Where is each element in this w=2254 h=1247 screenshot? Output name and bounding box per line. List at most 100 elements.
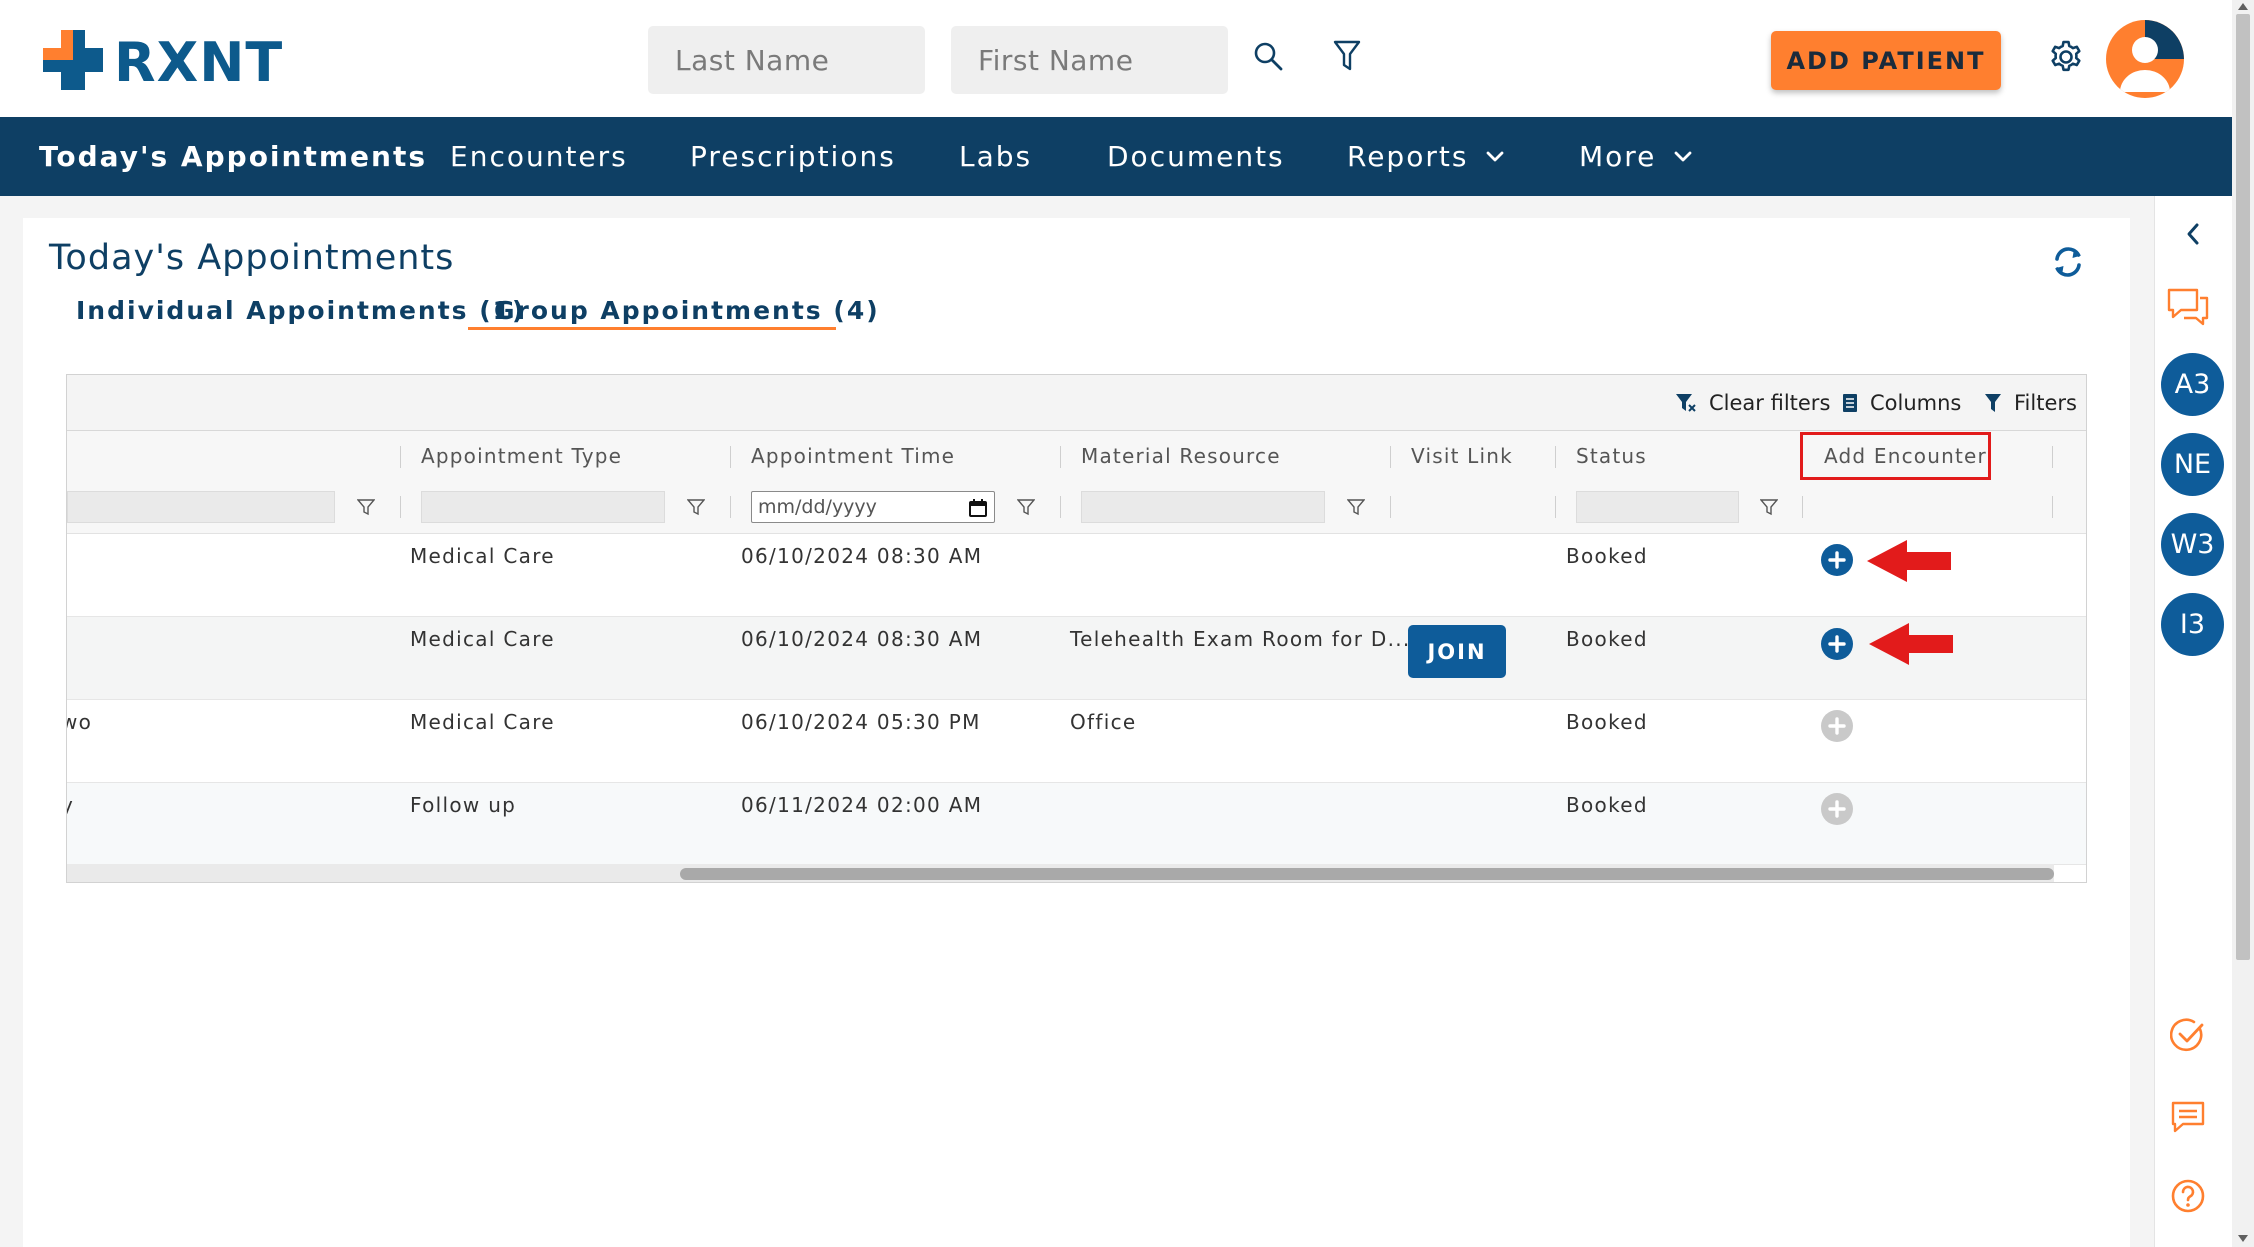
message-icon[interactable] xyxy=(2170,1100,2206,1134)
table-row[interactable]: wo Medical Care 06/10/2024 05:30 PM Offi… xyxy=(67,700,2086,783)
horizontal-scrollbar-thumb[interactable] xyxy=(680,868,2054,880)
add-patient-button[interactable]: ADD PATIENT xyxy=(1771,31,2001,90)
filter-icon xyxy=(1985,393,2001,412)
table-row[interactable]: y Follow up 06/11/2024 02:00 AM Booked xyxy=(67,783,2086,865)
appointment-time-cell: 06/10/2024 05:30 PM xyxy=(741,710,981,734)
column-separator xyxy=(400,446,401,468)
column-separator xyxy=(1060,496,1061,518)
sidebar-badge-i3[interactable]: I3 xyxy=(2161,593,2224,656)
red-arrow-annotation-icon xyxy=(1869,623,1953,665)
table-row[interactable]: Medical Care 06/10/2024 08:30 AM Telehea… xyxy=(67,617,2086,700)
user-avatar[interactable] xyxy=(2106,20,2184,98)
column-separator xyxy=(2052,446,2053,468)
appointment-type-cell: Medical Care xyxy=(410,710,555,734)
nav-label: Encounters xyxy=(450,140,628,173)
name-filter-input[interactable] xyxy=(67,491,335,523)
sidebar-badge-ne[interactable]: NE xyxy=(2161,433,2224,496)
material-resource-cell: Office xyxy=(1070,710,1137,734)
material-resource-cell: Telehealth Exam Room for D... xyxy=(1070,627,1411,651)
nav-label: Documents xyxy=(1107,140,1285,173)
chevron-left-icon[interactable] xyxy=(2185,222,2201,246)
last-name-input[interactable] xyxy=(648,26,925,94)
column-separator xyxy=(1555,446,1556,468)
status-filter-input[interactable] xyxy=(1576,491,1739,523)
appointment-type-cell: Medical Care xyxy=(410,544,555,568)
page-scrollbar-thumb[interactable] xyxy=(2236,14,2250,960)
tab-individual-appointments[interactable]: Individual Appointments (1) xyxy=(76,296,525,325)
filter-icon[interactable] xyxy=(1331,38,1363,74)
chevron-down-icon xyxy=(1487,151,1504,161)
appointment-time-cell: 06/10/2024 08:30 AM xyxy=(741,544,983,568)
scroll-up-arrow-icon[interactable] xyxy=(2238,3,2248,10)
main-nav: Today's Appointments Encounters Prescrip… xyxy=(0,117,2232,196)
calendar-icon[interactable] xyxy=(968,498,988,518)
column-filter-icon[interactable] xyxy=(1347,498,1365,516)
add-encounter-plus-icon-disabled xyxy=(1821,793,1853,825)
grid-filter-row: mm/dd/yyyy xyxy=(67,481,2086,534)
red-arrow-annotation-icon xyxy=(1867,540,1951,582)
status-cell: Booked xyxy=(1566,710,1648,734)
search-icon[interactable] xyxy=(1250,38,1286,74)
appointment-type-filter-input[interactable] xyxy=(421,491,665,523)
nav-more[interactable]: More xyxy=(1579,117,1692,196)
nav-label: Today's Appointments xyxy=(39,140,427,173)
columns-button[interactable]: Columns xyxy=(1842,375,1961,430)
nav-label: Prescriptions xyxy=(690,140,896,173)
nav-documents[interactable]: Documents xyxy=(1107,117,1285,196)
clear-filters-label: Clear filters xyxy=(1709,390,1831,415)
column-header-appointment-time[interactable]: Appointment Time xyxy=(751,431,955,481)
app-header: RXNT ADD PATIENT xyxy=(0,0,2232,117)
column-separator xyxy=(1390,446,1391,468)
first-name-input[interactable] xyxy=(951,26,1228,94)
appointment-type-cell: Medical Care xyxy=(410,627,555,651)
columns-label: Columns xyxy=(1870,390,1962,415)
column-header-visit-link[interactable]: Visit Link xyxy=(1411,431,1513,481)
horizontal-scrollbar[interactable] xyxy=(67,864,2054,882)
column-separator xyxy=(1060,446,1061,468)
appointments-grid: Clear filters Columns Filters Appointmen… xyxy=(66,374,2087,883)
add-encounter-plus-icon[interactable] xyxy=(1821,544,1853,576)
nav-label: Labs xyxy=(959,140,1033,173)
help-icon[interactable] xyxy=(2170,1178,2206,1214)
chevron-down-icon xyxy=(1675,151,1692,161)
tab-group-appointments[interactable]: Group Appointments (4) xyxy=(494,296,880,325)
page-vertical-scrollbar[interactable] xyxy=(2232,0,2254,1247)
column-header-appointment-type[interactable]: Appointment Type xyxy=(421,431,622,481)
nav-reports[interactable]: Reports xyxy=(1347,117,1504,196)
material-resource-filter-input[interactable] xyxy=(1081,491,1325,523)
nav-prescriptions[interactable]: Prescriptions xyxy=(690,117,896,196)
chat-bubbles-icon[interactable] xyxy=(2166,287,2210,327)
status-cell: Booked xyxy=(1566,627,1648,651)
nav-label: More xyxy=(1579,140,1657,173)
join-visit-button[interactable]: JOIN xyxy=(1408,625,1506,678)
column-filter-icon[interactable] xyxy=(1017,498,1035,516)
clear-filters-button[interactable]: Clear filters xyxy=(1675,375,1830,430)
nav-encounters[interactable]: Encounters xyxy=(450,117,628,196)
sidebar-badge-a3[interactable]: A3 xyxy=(2161,353,2224,416)
column-filter-icon[interactable] xyxy=(357,498,375,516)
refresh-icon[interactable] xyxy=(2049,243,2087,281)
sidebar-badge-w3[interactable]: W3 xyxy=(2161,513,2224,576)
appointment-time-date-input[interactable]: mm/dd/yyyy xyxy=(751,491,995,523)
filters-button[interactable]: Filters xyxy=(1984,375,2077,430)
column-separator xyxy=(1390,496,1391,518)
column-separator xyxy=(730,446,731,468)
table-row[interactable]: Medical Care 06/10/2024 08:30 AM Booked xyxy=(67,534,2086,617)
column-header-material-resource[interactable]: Material Resource xyxy=(1081,431,1281,481)
add-encounter-plus-icon[interactable] xyxy=(1821,628,1853,660)
nav-labs[interactable]: Labs xyxy=(959,117,1032,196)
scroll-down-arrow-icon[interactable] xyxy=(2238,1235,2248,1242)
nav-todays-appointments[interactable]: Today's Appointments xyxy=(39,117,427,196)
column-filter-icon[interactable] xyxy=(1760,498,1778,516)
patient-name-cell: y xyxy=(67,793,74,817)
appointment-type-cell: Follow up xyxy=(410,793,517,817)
column-header-status[interactable]: Status xyxy=(1576,431,1647,481)
active-tab-indicator xyxy=(468,327,836,330)
rxnt-logo-icon xyxy=(43,30,103,90)
appointment-time-cell: 06/11/2024 02:00 AM xyxy=(741,793,983,817)
date-placeholder: mm/dd/yyyy xyxy=(758,496,877,518)
task-check-icon[interactable] xyxy=(2170,1017,2206,1053)
column-filter-icon[interactable] xyxy=(687,498,705,516)
nav-label: Reports xyxy=(1347,140,1469,173)
gear-icon[interactable] xyxy=(2047,38,2085,76)
